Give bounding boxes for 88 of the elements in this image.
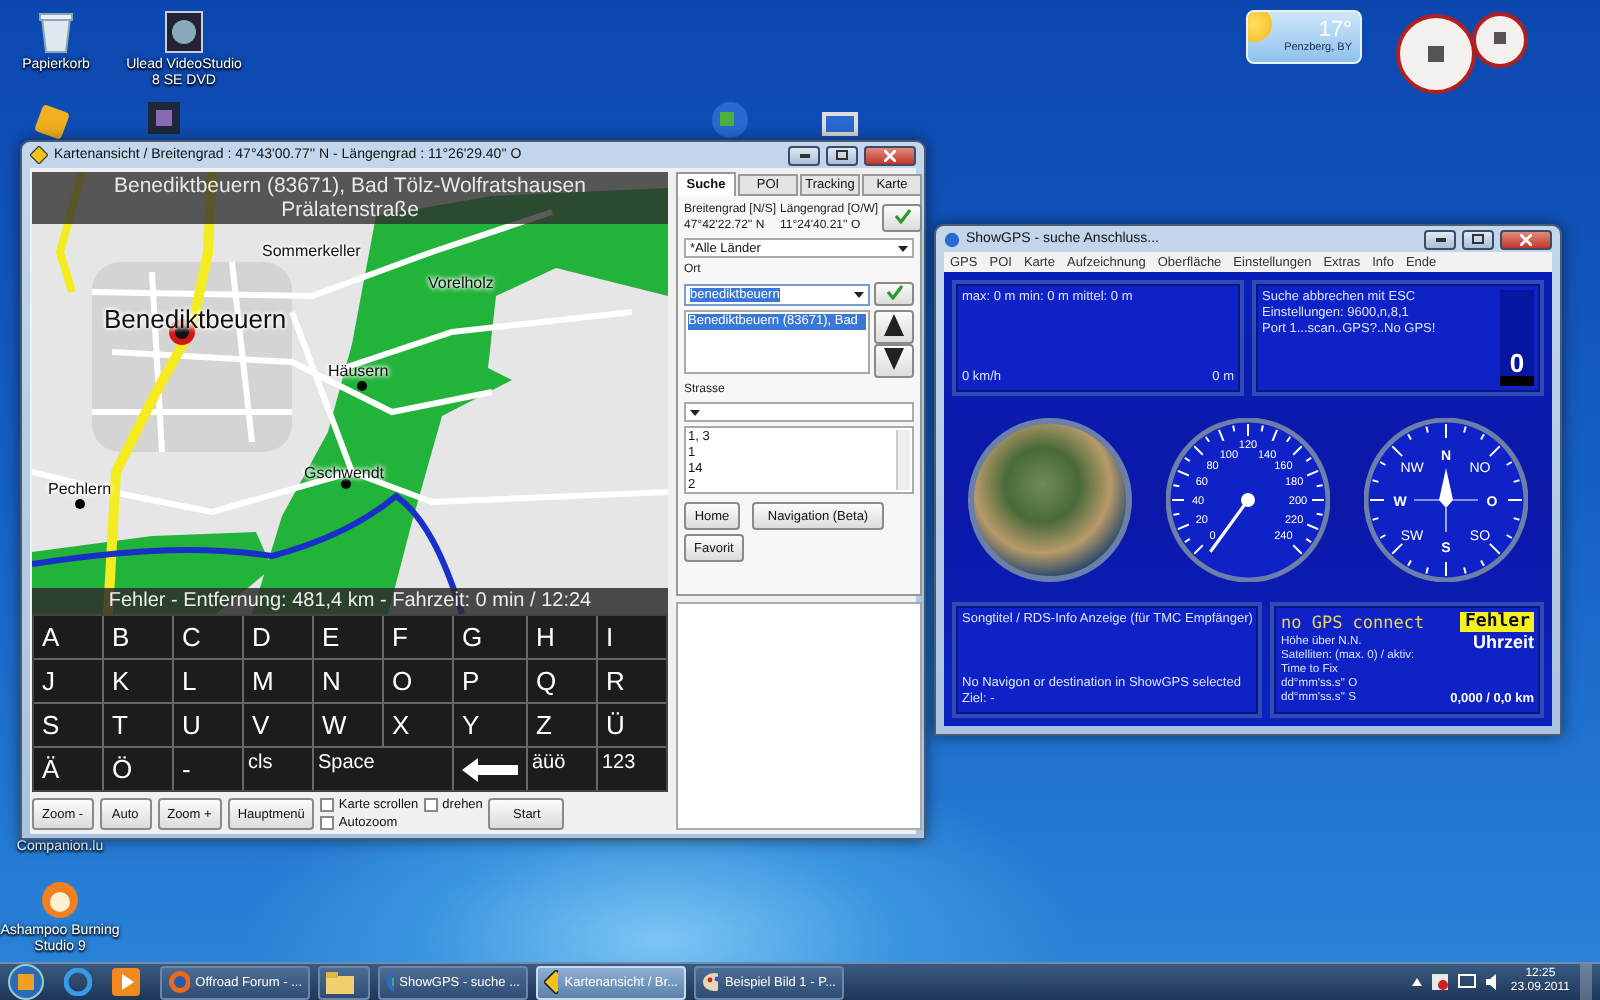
keyboard-key[interactable]: W bbox=[314, 704, 382, 746]
keyboard-key[interactable]: S bbox=[34, 704, 102, 746]
keyboard-key[interactable]: H bbox=[528, 616, 596, 658]
place-label: Pechlern bbox=[48, 482, 112, 498]
maximize-icon bbox=[1472, 234, 1484, 244]
temperature: 17° bbox=[1318, 18, 1352, 42]
keyboard-key[interactable]: Z bbox=[528, 704, 596, 746]
location-title: Prälatenstraße bbox=[281, 198, 419, 222]
caret-icon bbox=[854, 291, 864, 297]
connection-status: no GPS connect bbox=[1280, 612, 1425, 635]
scrollbar[interactable] bbox=[896, 430, 910, 490]
close-button[interactable] bbox=[864, 145, 916, 165]
close-button[interactable] bbox=[1500, 229, 1552, 249]
paint-palette-icon bbox=[702, 970, 719, 994]
keyboard-key[interactable]: Ö bbox=[104, 748, 172, 790]
close-icon bbox=[1520, 233, 1532, 245]
left-arrow-icon bbox=[462, 757, 518, 781]
keyboard-key[interactable]: N bbox=[314, 660, 382, 702]
minimize-button[interactable] bbox=[788, 145, 820, 165]
folder-icon bbox=[326, 971, 354, 993]
keyboard-key[interactable]: cls bbox=[244, 748, 312, 790]
keyboard-key[interactable]: V bbox=[244, 704, 312, 746]
meter-bar bbox=[1500, 376, 1534, 386]
keyboard-key[interactable]: B bbox=[104, 616, 172, 658]
keyboard-key[interactable]: F bbox=[384, 616, 452, 658]
keyboard-key[interactable]: 123 bbox=[598, 748, 666, 790]
browser-icon[interactable] bbox=[64, 968, 92, 996]
speaker-icon[interactable] bbox=[1486, 974, 1501, 990]
route-status: Fehler - Entfernung: 481,4 km - Fahrzeit: 0 min / 12:24 bbox=[32, 588, 668, 614]
keyboard-key[interactable]: U bbox=[174, 704, 242, 746]
keyboard-key[interactable]: A bbox=[34, 616, 102, 658]
maximize-button[interactable] bbox=[1462, 229, 1494, 249]
keyboard-key[interactable]: D bbox=[244, 616, 312, 658]
app-icon bbox=[34, 104, 70, 140]
place-label: Vorelholz bbox=[428, 276, 494, 292]
keyboard-key[interactable]: äüö bbox=[528, 748, 596, 790]
keyboard-key[interactable]: Ü bbox=[598, 704, 666, 746]
keyboard-key[interactable]: G bbox=[454, 616, 526, 658]
error-badge: Fehler bbox=[1460, 612, 1534, 632]
keyboard-key[interactable]: O bbox=[384, 660, 452, 702]
backspace-key[interactable] bbox=[454, 748, 526, 790]
scroll-down-button[interactable] bbox=[874, 344, 914, 378]
keyboard-key[interactable]: T bbox=[104, 704, 172, 746]
space-key[interactable]: Space bbox=[314, 748, 452, 790]
minimize-icon bbox=[799, 153, 809, 157]
taskbar-button[interactable] bbox=[318, 965, 370, 999]
keyboard-key[interactable]: X bbox=[384, 704, 452, 746]
keyboard-key[interactable]: Y bbox=[454, 704, 526, 746]
keyboard-key[interactable]: R bbox=[598, 660, 666, 702]
time-label: Uhrzeit bbox=[1472, 632, 1534, 654]
flag-icon[interactable] bbox=[1432, 974, 1449, 990]
satellite-count: 0 bbox=[1509, 350, 1525, 376]
minimize-icon bbox=[1435, 237, 1445, 241]
maximize-button[interactable] bbox=[826, 145, 858, 165]
location-title: Benediktbeuern (83671), Bad Tölz-Wolfratshausen bbox=[113, 174, 586, 198]
check-icon bbox=[893, 208, 912, 224]
place-label: Sommerkeller bbox=[262, 244, 361, 260]
app-icon bbox=[146, 100, 182, 136]
keyboard-key[interactable]: Ä bbox=[34, 748, 102, 790]
scroll-up-button[interactable] bbox=[874, 310, 914, 344]
recycle-bin-icon bbox=[38, 10, 74, 54]
start-button[interactable] bbox=[8, 964, 44, 1000]
maximize-icon bbox=[836, 150, 848, 160]
keyboard-key[interactable]: K bbox=[104, 660, 172, 702]
check-icon bbox=[885, 284, 903, 300]
media-player-icon[interactable] bbox=[112, 968, 140, 996]
keyboard-key[interactable]: P bbox=[454, 660, 526, 702]
monitor-icon bbox=[820, 110, 860, 142]
network-icon[interactable] bbox=[1458, 974, 1477, 990]
keyboard-key[interactable]: - bbox=[174, 748, 242, 790]
flame-app-icon bbox=[40, 880, 80, 920]
down-triangle-icon bbox=[884, 348, 904, 370]
keyboard-key[interactable]: L bbox=[174, 660, 242, 702]
close-icon bbox=[884, 149, 896, 161]
keyboard-key[interactable]: Q bbox=[528, 660, 596, 702]
film-app-icon bbox=[164, 10, 204, 54]
keyboard-key[interactable]: E bbox=[314, 616, 382, 658]
keyboard-key[interactable]: C bbox=[174, 616, 242, 658]
caret-icon bbox=[898, 245, 908, 251]
tray-arrow-icon[interactable] bbox=[1412, 978, 1423, 986]
minimize-button[interactable] bbox=[1424, 229, 1456, 249]
keyboard-key[interactable]: I bbox=[598, 616, 666, 658]
up-triangle-icon bbox=[884, 314, 904, 336]
fox-globe-icon bbox=[168, 970, 190, 994]
keyboard-key[interactable]: J bbox=[34, 660, 102, 702]
keyboard-key[interactable]: M bbox=[244, 660, 312, 702]
confirm-button[interactable] bbox=[882, 204, 923, 232]
caret-icon bbox=[690, 409, 700, 415]
